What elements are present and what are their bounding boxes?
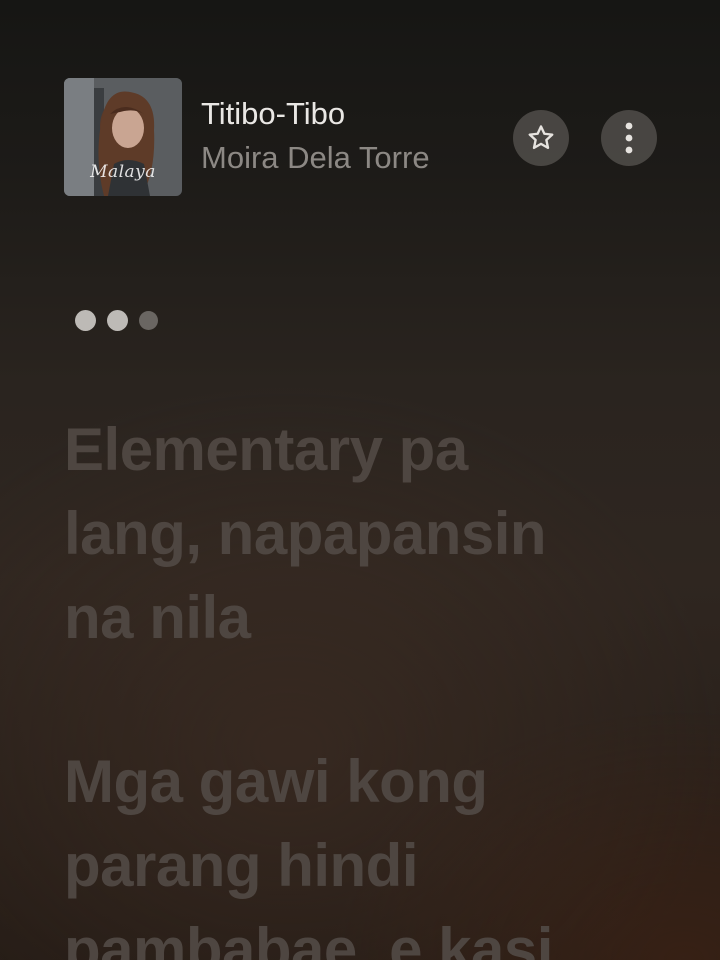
- star-icon: [528, 125, 554, 150]
- more-vertical-icon: [625, 122, 633, 154]
- now-playing-header: Malaya Titibo-Tibo Moira Dela Torre: [64, 78, 664, 198]
- lyric-line[interactable]: parang hindi: [64, 824, 684, 908]
- more-options-button[interactable]: [601, 110, 657, 166]
- lyric-line[interactable]: na nila: [64, 576, 684, 660]
- artist-name[interactable]: Moira Dela Torre: [201, 140, 430, 176]
- lyric-line[interactable]: lang, napapansin: [64, 492, 684, 576]
- song-title[interactable]: Titibo-Tibo: [201, 96, 345, 132]
- album-artwork-label: Malaya: [90, 162, 156, 182]
- indicator-dot: [107, 310, 128, 331]
- instrumental-indicator: [75, 310, 158, 331]
- indicator-dot: [139, 311, 158, 330]
- indicator-dot: [75, 310, 96, 331]
- lyrics-view[interactable]: Elementary pa lang, napapansin na nila M…: [64, 408, 684, 960]
- lyric-line[interactable]: pambabae, e kasi: [64, 908, 684, 960]
- lyric-line[interactable]: Elementary pa: [64, 408, 684, 492]
- album-artwork[interactable]: Malaya: [64, 78, 182, 196]
- lyric-line[interactable]: Mga gawi kong: [64, 740, 684, 824]
- favorite-button[interactable]: [513, 110, 569, 166]
